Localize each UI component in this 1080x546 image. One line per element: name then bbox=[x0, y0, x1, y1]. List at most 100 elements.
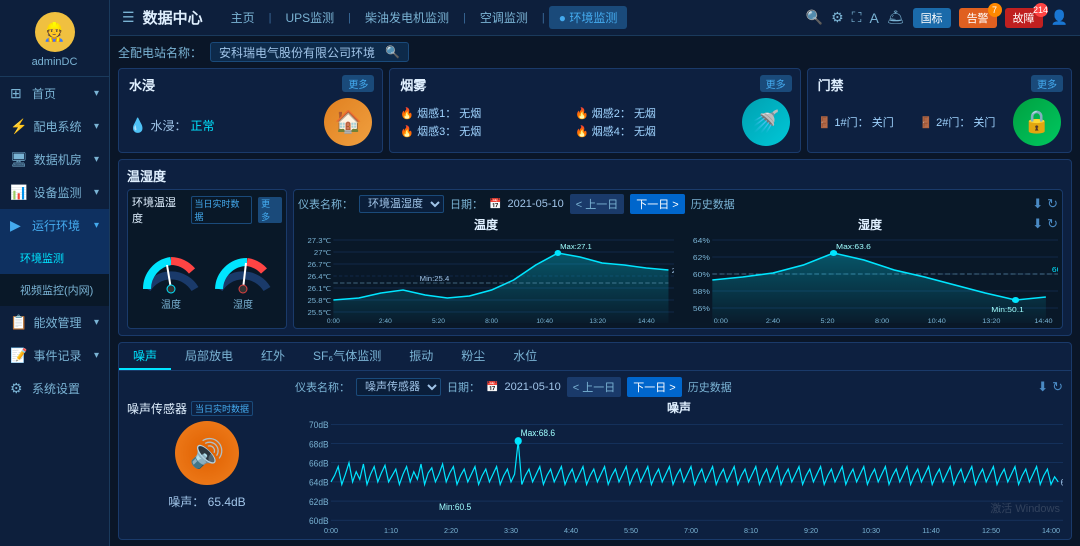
menu-item-settings[interactable]: ⚙ 系统设置 bbox=[0, 372, 109, 405]
menu-item-energy[interactable]: 📋 能效管理 ▾ bbox=[0, 306, 109, 339]
svg-text:0:00: 0:00 bbox=[324, 526, 338, 533]
admin-name: adminDC bbox=[32, 56, 78, 68]
tab-partial[interactable]: 局部放电 bbox=[171, 343, 247, 370]
svg-text:14:40: 14:40 bbox=[638, 318, 655, 323]
badge-fault[interactable]: 故障 214 bbox=[1005, 8, 1043, 28]
noise-refresh-icon[interactable]: ↻ bbox=[1052, 379, 1063, 395]
svg-text:8:00: 8:00 bbox=[485, 318, 498, 323]
energy-icon: 📋 bbox=[10, 314, 27, 331]
nav-tab-home[interactable]: 主页 bbox=[221, 6, 265, 29]
gear-icon[interactable]: ⚙ bbox=[831, 9, 844, 26]
tab-infrared[interactable]: 红外 bbox=[247, 343, 299, 370]
tab-noise[interactable]: 噪声 bbox=[119, 343, 171, 370]
noise-rt-badge[interactable]: 当日实时数据 bbox=[191, 401, 253, 416]
submenu-env-monitor[interactable]: 环境监测 bbox=[0, 242, 109, 274]
events-icon: 📝 bbox=[10, 347, 27, 364]
hamburger-icon[interactable]: ☰ bbox=[122, 9, 135, 26]
svg-text:64.53: 64.53 bbox=[1061, 477, 1063, 487]
noise-download-icon[interactable]: ⬇ bbox=[1037, 379, 1048, 395]
water-more[interactable]: 更多 bbox=[342, 75, 374, 92]
noise-next-btn[interactable]: 下一日 > bbox=[627, 377, 681, 397]
prev-day-btn[interactable]: < 上一日 bbox=[570, 194, 624, 214]
noise-prev-btn[interactable]: < 上一日 bbox=[567, 377, 621, 397]
chart-controls: 仪表名称： 环境温湿度 日期： 📅 2021-05-10 < 上一日 下一日 >… bbox=[298, 194, 1058, 214]
svg-text:26.7℃: 26.7℃ bbox=[307, 260, 331, 269]
hum-refresh-icon[interactable]: ↻ bbox=[1047, 216, 1058, 232]
badge-national[interactable]: 国标 bbox=[913, 8, 951, 28]
instrument-select[interactable]: 环境温湿度 bbox=[359, 195, 444, 213]
svg-text:62%: 62% bbox=[693, 254, 710, 262]
menu-item-home[interactable]: ⊞ 首页 ▾ bbox=[0, 77, 109, 110]
svg-text:9:20: 9:20 bbox=[804, 526, 818, 533]
topbar-nav: 主页 | UPS监测 | 柴油发电机监测 | 空调监测 | ● 环境监测 bbox=[221, 6, 798, 29]
noise-chart-svg: 70dB 68dB 66dB 64dB 62dB 60dB Max:68.6 bbox=[295, 418, 1063, 533]
svg-text:66dB: 66dB bbox=[309, 458, 329, 468]
svg-text:13:20: 13:20 bbox=[589, 318, 606, 323]
menu-item-power[interactable]: ⚡ 配电系统 ▾ bbox=[0, 110, 109, 143]
fullscreen-icon[interactable]: ⛶ bbox=[852, 9, 862, 26]
svg-text:Min:50.1: Min:50.1 bbox=[991, 306, 1024, 314]
svg-text:0:00: 0:00 bbox=[714, 319, 728, 323]
menu-item-environment[interactable]: ▶ 运行环境 ▾ bbox=[0, 209, 109, 242]
svg-text:25.8℃: 25.8℃ bbox=[307, 296, 331, 305]
noise-chart-icons: ⬇ ↻ bbox=[1037, 379, 1063, 395]
bell-icon[interactable]: 🛎 bbox=[887, 9, 905, 26]
svg-text:5:50: 5:50 bbox=[624, 526, 638, 533]
dual-charts: 温度 bbox=[298, 216, 1058, 326]
alarm-count: 7 bbox=[988, 3, 1002, 17]
nav-tab-ups[interactable]: UPS监测 bbox=[275, 6, 344, 29]
svg-text:27℃: 27℃ bbox=[314, 248, 331, 257]
svg-text:Max:27.1: Max:27.1 bbox=[560, 242, 592, 251]
nav-tab-ac[interactable]: 空调监测 bbox=[470, 6, 538, 29]
tab-vibration[interactable]: 振动 bbox=[395, 343, 447, 370]
svg-text:Max:63.6: Max:63.6 bbox=[836, 243, 871, 251]
menu-item-datacenter[interactable]: 🖥 数据机房 ▾ bbox=[0, 143, 109, 176]
menu-item-events[interactable]: 📝 事件记录 ▾ bbox=[0, 339, 109, 372]
svg-text:58%: 58% bbox=[693, 288, 710, 296]
gauge-panel: 环境温湿度 当日实时数据 更多 bbox=[127, 189, 287, 329]
tab-dust[interactable]: 粉尘 bbox=[447, 343, 499, 370]
submenu-video-label: 视频监控(内网) bbox=[20, 282, 93, 298]
smoke-icon: 🚿 bbox=[742, 98, 790, 146]
noise-history-label[interactable]: 历史数据 bbox=[688, 379, 732, 395]
refresh-icon[interactable]: ↻ bbox=[1047, 196, 1058, 212]
tab-sf6[interactable]: SF₆气体监测 bbox=[299, 343, 395, 370]
sidebar-submenu: 环境监测 视频监控(内网) bbox=[0, 242, 109, 306]
smoke-body: 🔥 烟感1： 无烟 🔥 烟感2： 无烟 🔥 烟感3 bbox=[400, 98, 789, 146]
hum-download-icon[interactable]: ⬇ bbox=[1032, 216, 1043, 232]
search-icon[interactable]: 🔍 bbox=[806, 9, 823, 26]
menu-item-devices[interactable]: 📊 设备监测 ▾ bbox=[0, 176, 109, 209]
search-icon-small[interactable]: 🔍 bbox=[385, 45, 400, 59]
noise-chart-panel: 仪表名称： 噪声传感器 日期： 📅 2021-05-10 < 上一日 下一日 >… bbox=[295, 377, 1063, 533]
gauge-more-btn[interactable]: 更多 bbox=[258, 197, 282, 223]
svg-text:2:40: 2:40 bbox=[379, 318, 392, 323]
station-search-input[interactable] bbox=[219, 45, 379, 59]
door-more[interactable]: 更多 bbox=[1031, 75, 1063, 92]
nav-tab-generator[interactable]: 柴油发电机监测 bbox=[355, 6, 459, 29]
smoke-item-4: 🔥 烟感4： 无烟 bbox=[575, 123, 734, 139]
svg-text:68dB: 68dB bbox=[309, 439, 329, 449]
font-icon[interactable]: A bbox=[869, 10, 878, 26]
menu-label-energy: 能效管理 bbox=[33, 314, 81, 331]
door-grid: 🚪 1#门： 关门 🚪 2#门： 关门 bbox=[818, 114, 1005, 130]
history-data-label[interactable]: 历史数据 bbox=[691, 196, 735, 212]
noise-instrument-select[interactable]: 噪声传感器 bbox=[356, 378, 441, 396]
cards-row: 水浸 更多 💧 水浸： 正常 🏠 烟雾 bbox=[118, 68, 1072, 153]
download-icon[interactable]: ⬇ bbox=[1032, 196, 1043, 212]
user-icon[interactable]: 👤 bbox=[1051, 9, 1068, 26]
power-icon: ⚡ bbox=[10, 118, 27, 135]
svg-text:25.5℃: 25.5℃ bbox=[307, 308, 331, 317]
nav-tab-env[interactable]: ● 环境监测 bbox=[549, 6, 628, 29]
submenu-video[interactable]: 视频监控(内网) bbox=[0, 274, 109, 306]
realtime-badge[interactable]: 当日实时数据 bbox=[191, 196, 253, 224]
svg-text:60.28: 60.28 bbox=[1052, 266, 1058, 274]
badge-alarm[interactable]: 告警 7 bbox=[959, 8, 997, 28]
chevron-environment: ▾ bbox=[94, 220, 99, 231]
next-day-btn[interactable]: 下一日 > bbox=[630, 194, 684, 214]
menu-label-environment: 运行环境 bbox=[32, 217, 80, 234]
water-card: 水浸 更多 💧 水浸： 正常 🏠 bbox=[118, 68, 383, 153]
smoke-more[interactable]: 更多 bbox=[760, 75, 792, 92]
door-item-2: 🚪 2#门： 关门 bbox=[919, 114, 1005, 130]
tab-water[interactable]: 水位 bbox=[499, 343, 551, 370]
flame-icon-3: 🔥 bbox=[400, 126, 414, 138]
